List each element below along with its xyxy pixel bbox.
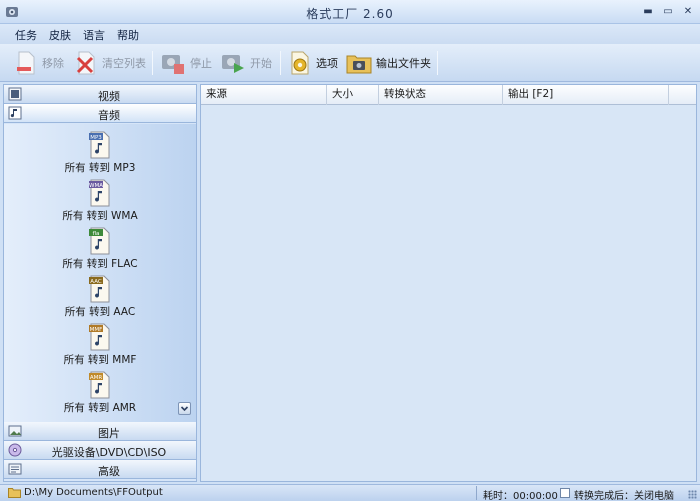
menu-bar: 任务 皮肤 语言 帮助 bbox=[0, 24, 700, 44]
elapsed-time: 耗时：00:00:00 bbox=[483, 491, 558, 501]
options-button[interactable]: 选项 bbox=[288, 49, 338, 77]
clear-list-icon bbox=[76, 51, 95, 75]
aac-file-icon: AAC bbox=[89, 275, 110, 303]
column-output[interactable]: 输出 [F2] bbox=[503, 85, 669, 105]
format-item-fla[interactable]: fla 所有 转到 FLAC bbox=[4, 224, 196, 272]
after-done-label[interactable]: 转换完成后：关闭电脑 bbox=[574, 487, 674, 501]
format-badge: fla bbox=[93, 231, 100, 237]
format-badge: AMR bbox=[90, 375, 103, 381]
stop-icon bbox=[162, 55, 184, 74]
category-rom-device[interactable]: 光驱设备\DVD\CD\ISO bbox=[4, 441, 196, 460]
format-item-amr[interactable]: AMR 所有 转到 AMR bbox=[4, 368, 196, 416]
advanced-icon bbox=[8, 463, 22, 475]
clear-list-button[interactable]: 清空列表 bbox=[74, 49, 146, 77]
status-separator bbox=[476, 486, 477, 500]
resize-grip[interactable] bbox=[688, 490, 697, 499]
amr-file-icon: AMR bbox=[89, 371, 110, 399]
start-icon bbox=[222, 55, 244, 73]
category-audio-label: 音频 bbox=[98, 109, 120, 122]
clear-list-label: 清空列表 bbox=[102, 57, 146, 70]
sidebar: 视频 音频 MP3 所有 转到 MP3 WMA 所有 转到 WMA fla 所有 转到 F… bbox=[3, 84, 197, 482]
chevron-down-icon bbox=[180, 406, 189, 412]
video-icon bbox=[8, 87, 22, 101]
maximize-button[interactable]: ▭ bbox=[660, 4, 676, 20]
toolbar-separator bbox=[437, 51, 438, 75]
status-bar: D:\My Documents\FFOutput 耗时：00:00:00 转换完… bbox=[0, 484, 700, 501]
format-item-mmf[interactable]: MMF 所有 转到 MMF bbox=[4, 320, 196, 368]
menu-help[interactable]: 帮助 bbox=[117, 27, 139, 43]
category-video[interactable]: 视频 bbox=[4, 85, 196, 104]
toolbar-separator bbox=[280, 51, 281, 75]
column-status[interactable]: 转换状态 bbox=[379, 85, 503, 105]
toolbar: 移除 清空列表 停止 开始 选项 输出文件夹 bbox=[0, 44, 700, 82]
output-folder-label: 输出文件夹 bbox=[376, 57, 431, 70]
folder-icon[interactable] bbox=[8, 487, 21, 498]
category-advanced-label: 高级 bbox=[98, 465, 120, 478]
format-item-mp3[interactable]: MP3 所有 转到 MP3 bbox=[4, 128, 196, 176]
category-video-label: 视频 bbox=[98, 90, 120, 103]
folder-icon bbox=[346, 55, 372, 74]
start-button[interactable]: 开始 bbox=[220, 49, 272, 77]
title-bar: 格式工厂 2.60 ▬ ▭ ✕ bbox=[0, 0, 700, 24]
format-label: 所有 转到 WMA bbox=[62, 210, 138, 222]
mp3-file-icon: MP3 bbox=[89, 131, 110, 159]
format-badge: WMA bbox=[89, 183, 103, 189]
format-badge: AAC bbox=[90, 279, 102, 285]
flac-file-icon: fla bbox=[89, 227, 110, 255]
task-list[interactable]: 来源 大小 转换状态 输出 [F2] bbox=[200, 84, 697, 482]
window-title: 格式工厂 2.60 bbox=[306, 7, 394, 21]
output-folder-button[interactable]: 输出文件夹 bbox=[346, 49, 431, 77]
format-item-aac[interactable]: AAC 所有 转到 AAC bbox=[4, 272, 196, 320]
toolbar-separator bbox=[152, 51, 153, 75]
options-gear-icon bbox=[291, 51, 309, 75]
minimize-button[interactable]: ▬ bbox=[640, 4, 656, 20]
after-done-checkbox[interactable] bbox=[560, 488, 570, 498]
disc-icon bbox=[8, 443, 22, 457]
start-label: 开始 bbox=[250, 57, 272, 70]
format-label: 所有 转到 AMR bbox=[63, 402, 137, 414]
task-list-header: 来源 大小 转换状态 输出 [F2] bbox=[201, 85, 696, 105]
column-size[interactable]: 大小 bbox=[327, 85, 379, 105]
mmf-file-icon: MMF bbox=[89, 323, 110, 351]
format-label: 所有 转到 MP3 bbox=[64, 162, 136, 174]
remove-button[interactable]: 移除 bbox=[14, 49, 64, 77]
category-advanced[interactable]: 高级 bbox=[4, 460, 196, 479]
close-button[interactable]: ✕ bbox=[680, 4, 696, 20]
category-audio[interactable]: 音频 bbox=[4, 104, 196, 123]
category-picture-label: 图片 bbox=[98, 427, 120, 440]
column-source[interactable]: 来源 bbox=[201, 85, 327, 105]
stop-button[interactable]: 停止 bbox=[160, 49, 212, 77]
options-label: 选项 bbox=[316, 57, 338, 70]
category-picture[interactable]: 图片 bbox=[4, 422, 196, 441]
format-item-wma[interactable]: WMA 所有 转到 WMA bbox=[4, 176, 196, 224]
remove-icon bbox=[17, 51, 35, 75]
audio-icon bbox=[8, 106, 22, 120]
format-label: 所有 转到 FLAC bbox=[62, 258, 138, 270]
format-label: 所有 转到 AAC bbox=[64, 306, 136, 318]
wma-file-icon: WMA bbox=[89, 179, 110, 207]
scroll-down-button[interactable] bbox=[178, 402, 191, 415]
remove-label: 移除 bbox=[42, 57, 64, 70]
format-label: 所有 转到 MMF bbox=[63, 354, 137, 366]
picture-icon bbox=[8, 425, 22, 437]
format-badge: MP3 bbox=[90, 135, 102, 141]
menu-task[interactable]: 任务 bbox=[15, 27, 37, 43]
output-path[interactable]: D:\My Documents\FFOutput bbox=[24, 487, 163, 498]
menu-language[interactable]: 语言 bbox=[83, 27, 105, 43]
stop-label: 停止 bbox=[190, 57, 212, 70]
menu-skin[interactable]: 皮肤 bbox=[49, 27, 71, 43]
audio-formats-panel: MP3 所有 转到 MP3 WMA 所有 转到 WMA fla 所有 转到 FLAC AAC… bbox=[4, 124, 196, 422]
category-rom-label: 光驱设备\DVD\CD\ISO bbox=[51, 446, 167, 459]
format-badge: MMF bbox=[90, 327, 103, 333]
